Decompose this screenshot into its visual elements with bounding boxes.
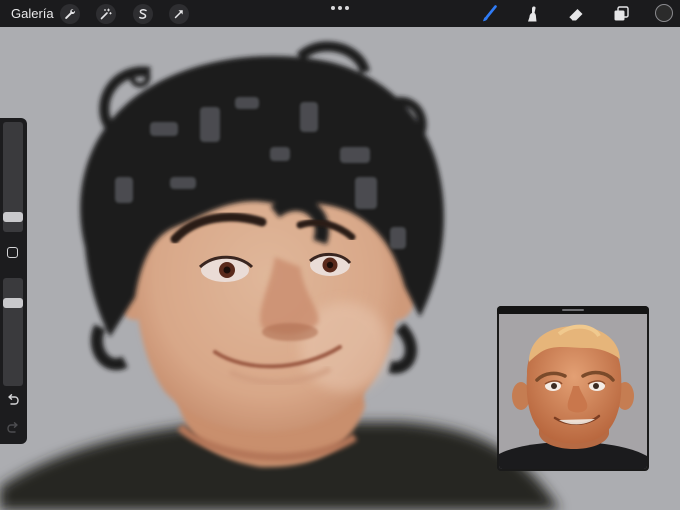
adjustments-button[interactable] (96, 4, 116, 24)
arrow-transform-icon (174, 10, 183, 19)
modify-square-icon[interactable] (7, 247, 18, 258)
reference-cartoon-image (499, 324, 647, 469)
reference-window-titlebar[interactable] (497, 306, 649, 314)
top-toolbar: Galería (0, 0, 680, 27)
selection-button[interactable] (133, 4, 153, 24)
eraser-icon[interactable] (566, 4, 586, 24)
reference-grab-handle[interactable] (562, 309, 584, 311)
smudge-icon[interactable] (523, 4, 543, 24)
wrench-icon (65, 9, 76, 19)
opacity-handle[interactable] (3, 297, 23, 308)
opacity-slider[interactable] (3, 278, 23, 386)
magic-wand-icon (100, 8, 112, 20)
brush-size-handle[interactable] (3, 212, 23, 222)
color-picker-button[interactable] (655, 4, 673, 22)
gallery-button[interactable]: Galería (11, 6, 54, 21)
brush-icon[interactable] (479, 4, 499, 24)
reference-window[interactable] (497, 306, 649, 471)
selection-s-icon (139, 9, 147, 19)
reference-image (499, 314, 647, 469)
undo-icon[interactable] (6, 394, 20, 406)
transform-button[interactable] (169, 4, 189, 24)
actions-button[interactable] (60, 4, 80, 24)
redo-icon[interactable] (6, 422, 20, 434)
layers-icon[interactable] (611, 4, 631, 24)
more-dots-icon[interactable] (331, 2, 349, 14)
left-sidebar (0, 118, 27, 444)
